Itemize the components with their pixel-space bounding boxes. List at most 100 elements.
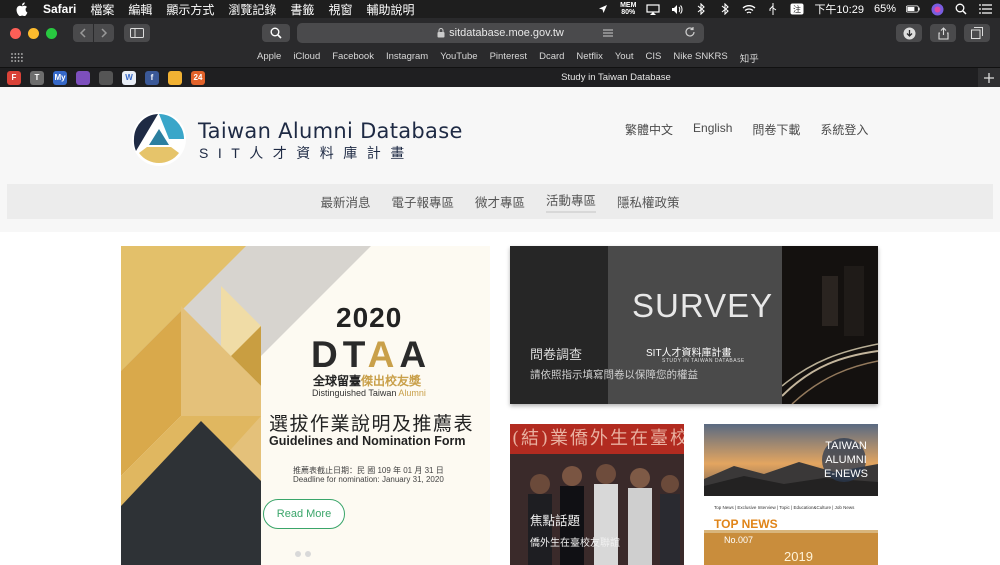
apps-grid-icon[interactable]: [11, 53, 23, 62]
menu-help[interactable]: 輔助說明: [366, 1, 414, 18]
plus-icon: [984, 72, 994, 83]
pinned-tabs: F T My Wf 24: [7, 70, 205, 85]
content-area: 2020 DTAA 全球留臺傑出校友獎 Distinguished Taiwan…: [0, 232, 1000, 565]
browser-toolbar: sitdatabase.moe.gov.tw: [0, 18, 1000, 48]
app-name[interactable]: Safari: [43, 2, 76, 16]
pinned-tab-icon[interactable]: My: [53, 70, 67, 85]
airplay-icon[interactable]: [646, 3, 661, 15]
favorite-pinterest[interactable]: Pinterest: [490, 51, 528, 65]
pinned-tab-icon[interactable]: [168, 70, 182, 85]
minimize-window-button[interactable]: [28, 27, 39, 39]
input-method-icon[interactable]: 注: [790, 3, 804, 15]
web-page: Taiwan Alumni Database SIT人才資料庫計畫 繁體中文 E…: [0, 87, 1000, 565]
menu-bookmarks[interactable]: 書籤: [290, 1, 314, 18]
link-system-login[interactable]: 系統登入: [820, 121, 868, 138]
pinned-tab-icon[interactable]: W: [122, 70, 136, 85]
apple-icon[interactable]: [15, 2, 29, 16]
share-button[interactable]: [930, 24, 956, 42]
acronym-lead: DT: [311, 334, 368, 375]
share-icon: [937, 26, 949, 40]
siri-icon[interactable]: [930, 3, 944, 15]
back-button[interactable]: [73, 24, 93, 42]
favorite-cis[interactable]: CIS: [646, 51, 662, 65]
pinned-tab-icon[interactable]: T: [30, 70, 44, 85]
favorite-facebook[interactable]: Facebook: [332, 51, 374, 65]
nav-enewsletter[interactable]: 電子報專區: [391, 192, 454, 211]
nav-recruitment[interactable]: 微才專區: [475, 192, 525, 211]
wifi-icon[interactable]: [742, 3, 756, 15]
acronym-a2: A: [399, 334, 432, 375]
zoom-window-button[interactable]: [46, 27, 57, 39]
link-traditional-chinese[interactable]: 繁體中文: [625, 121, 673, 138]
favorites-list: Apple iCloud Facebook Instagram YouTube …: [257, 51, 759, 65]
address-bar[interactable]: sitdatabase.moe.gov.tw: [297, 23, 704, 43]
read-more-button[interactable]: Read More: [263, 499, 345, 529]
survey-description: 請依照指示填寫問卷以保障您的權益: [530, 369, 698, 381]
clock[interactable]: 下午10:29: [814, 1, 864, 17]
favorite-icloud[interactable]: iCloud: [293, 51, 320, 65]
slide-dot[interactable]: [295, 551, 301, 557]
spotlight-icon[interactable]: [954, 3, 968, 15]
menu-file[interactable]: 檔案: [90, 1, 114, 18]
reader-icon: [603, 29, 613, 37]
bluetooth-icon[interactable]: [694, 3, 708, 15]
new-tab-button[interactable]: [978, 68, 1000, 87]
favorite-netflix[interactable]: Netflix: [576, 51, 602, 65]
favorite-youtube[interactable]: YouTube: [440, 51, 477, 65]
favorite-apple[interactable]: Apple: [257, 51, 281, 65]
search-button[interactable]: [262, 24, 290, 42]
favorite-dcard[interactable]: Dcard: [539, 51, 564, 65]
bluetooth-alt-icon[interactable]: [718, 3, 732, 15]
enews-card[interactable]: TAIWAN ALUMNI E-NEWS Top News | Exclusiv…: [704, 424, 878, 565]
pinned-tab-icon[interactable]: f: [145, 70, 159, 85]
volume-icon[interactable]: [670, 3, 684, 15]
enews-issue-year: 2019: [784, 549, 813, 564]
forward-button[interactable]: [94, 24, 114, 42]
sidebar-toggle-button[interactable]: [124, 24, 150, 42]
search-icon: [270, 27, 282, 39]
nav-privacy-policy[interactable]: 隱私權政策: [617, 192, 680, 211]
location-arrow-icon[interactable]: [596, 3, 610, 15]
link-questionnaire-download[interactable]: 問卷下載: [752, 121, 800, 138]
featured-slide[interactable]: 2020 DTAA 全球留臺傑出校友獎 Distinguished Taiwan…: [121, 246, 490, 565]
pinned-tab-icon[interactable]: F: [7, 70, 21, 85]
favorite-yout[interactable]: Yout: [615, 51, 634, 65]
survey-card[interactable]: SURVEY SIT人才資料庫計畫 STUDY IN TAIWAN DATABA…: [510, 246, 878, 404]
menu-view[interactable]: 顯示方式: [166, 1, 214, 18]
award-cn-1: 全球留臺: [313, 374, 362, 388]
tab-active-title[interactable]: Study in Taiwan Database: [256, 72, 976, 83]
nav-events[interactable]: 活動專區: [546, 190, 597, 213]
survey-sit-title: SIT人才資料庫計畫: [646, 348, 732, 359]
pinned-tab-icon[interactable]: [99, 70, 113, 85]
toolbar-right: [896, 24, 990, 42]
slide-award-en: Distinguished Taiwan Alumni: [312, 388, 426, 398]
battery-percent[interactable]: 65%: [874, 3, 896, 15]
focus-topic-card[interactable]: (結)業僑外生在臺校友聯 焦點話題 僑外生在臺校友聯誼: [510, 424, 684, 565]
memory-indicator[interactable]: MEM 80%: [620, 2, 636, 16]
site-logo-icon[interactable]: [131, 111, 187, 167]
main-nav: 最新消息 電子報專區 微才專區 活動專區 隱私權政策: [7, 184, 993, 219]
tabs-icon: [971, 27, 983, 39]
focus-banner: (結)業僑外生在臺校友聯: [510, 424, 684, 454]
enews-label-line: E-NEWS: [824, 468, 868, 480]
enews-issue-number: No.007: [724, 535, 754, 545]
enews-label-line: ALUMNI: [825, 454, 867, 466]
favorite-zhihu[interactable]: 知乎: [740, 51, 759, 65]
link-english[interactable]: English: [693, 121, 732, 138]
pinned-tab-icon[interactable]: [76, 70, 90, 85]
pinned-tab-icon[interactable]: 24: [191, 70, 205, 85]
favorites-bar: Apple iCloud Facebook Instagram YouTube …: [0, 48, 1000, 67]
menu-history[interactable]: 瀏覽記錄: [228, 1, 276, 18]
notification-center-icon[interactable]: [978, 3, 992, 15]
battery-icon[interactable]: [906, 3, 920, 15]
menu-edit[interactable]: 編輯: [128, 1, 152, 18]
usb-icon[interactable]: [766, 3, 780, 15]
slide-dot[interactable]: [305, 551, 311, 557]
downloads-button[interactable]: [896, 24, 922, 42]
close-window-button[interactable]: [10, 27, 21, 39]
favorite-nike-snkrs[interactable]: Nike SNKRS: [673, 51, 727, 65]
favorite-instagram[interactable]: Instagram: [386, 51, 428, 65]
nav-latest-news[interactable]: 最新消息: [320, 192, 370, 211]
tabs-overview-button[interactable]: [964, 24, 990, 42]
menu-window[interactable]: 視窗: [328, 1, 352, 18]
